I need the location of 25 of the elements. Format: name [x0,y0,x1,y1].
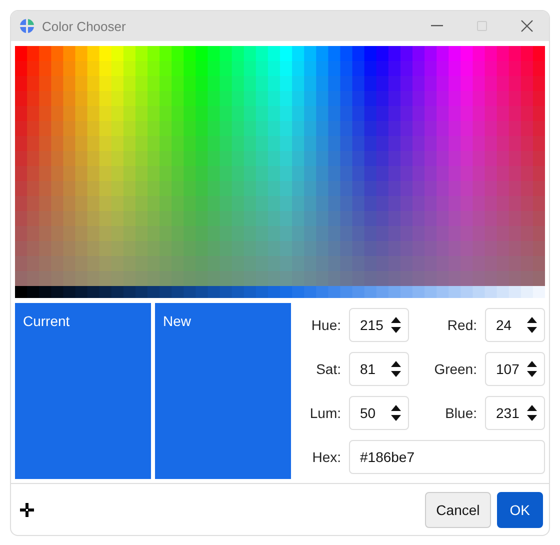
spin-field[interactable]: 81 [349,352,409,386]
window-title: Color Chooser [42,18,127,34]
crosshair-icon[interactable] [19,502,35,518]
spin-field[interactable]: 50 [349,396,409,430]
color-palette-drawing[interactable] [15,46,545,286]
field-label: Red: [446,317,477,333]
swatch-label: Current [23,313,70,329]
spin-field[interactable]: 107 [485,352,545,386]
field-label: Hex: [311,449,341,465]
spin-field[interactable]: 24 [485,308,545,342]
luminance-strip[interactable] [15,286,545,298]
field-label: Blue: [444,405,477,421]
close-icon[interactable] [521,20,533,32]
hex-field[interactable]: #186be7 [349,440,545,474]
field-label: Sat: [315,361,341,377]
app-icon [19,18,35,34]
field-label: Green: [433,361,477,377]
swatch-label: New [163,313,192,329]
field-label: Lum: [308,405,341,421]
spin-field[interactable]: 215 [349,308,409,342]
field-label: Hue: [310,317,341,333]
spin-field[interactable]: 231 [485,396,545,430]
ok-button[interactable]: OK [496,492,543,528]
minimize-icon[interactable] [431,25,443,27]
cancel-button[interactable]: Cancel [425,492,491,528]
